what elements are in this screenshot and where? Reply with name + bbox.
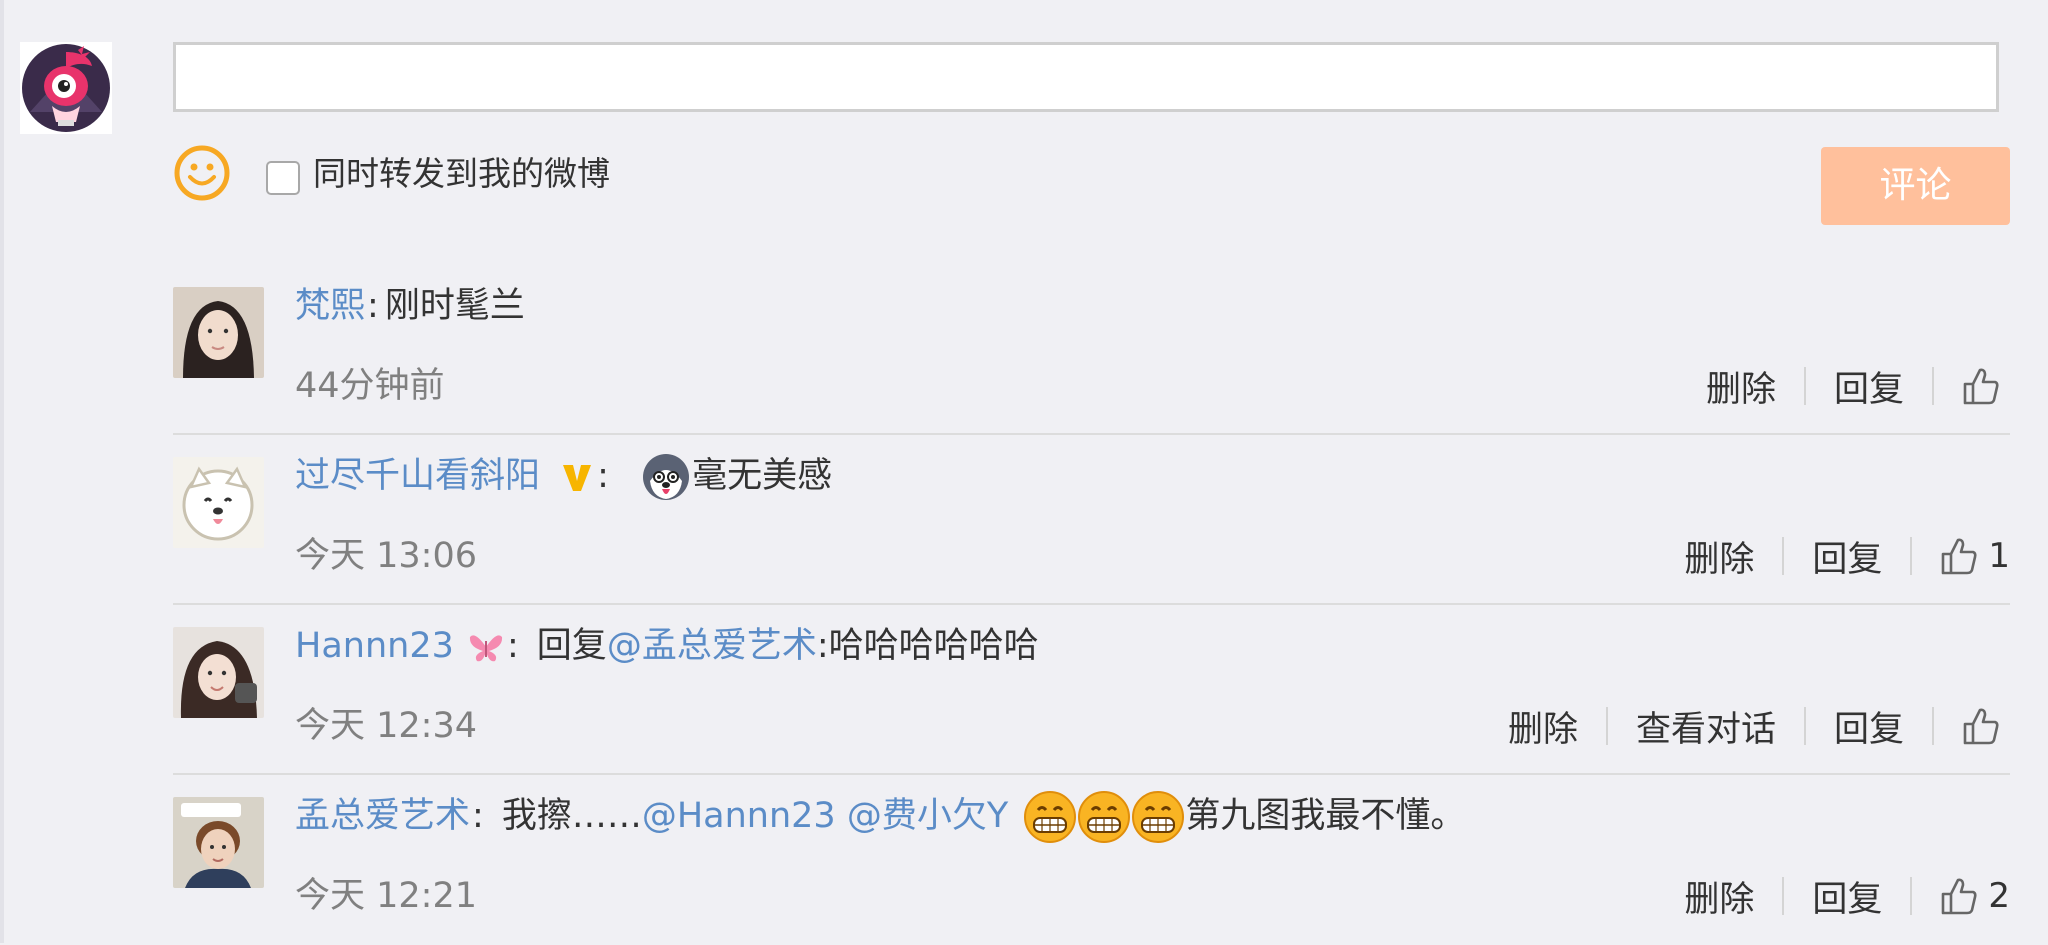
comment-actions: 删除 回复 2 [1684, 867, 2010, 925]
comment-body: 孟总爱艺术: 我擦……@Hannn23 @费小欠Y 第九图我最不懂。 [295, 787, 1465, 845]
submit-comment-button[interactable]: 评论 [1821, 147, 2010, 225]
action-divider [1782, 877, 1785, 915]
like-count: 2 [1988, 876, 2010, 916]
delete-button[interactable]: 删除 [1508, 701, 1578, 752]
commenter-name[interactable]: 梵熙 [295, 286, 365, 326]
action-divider [1910, 537, 1913, 575]
grin-emoji-icon [1132, 791, 1185, 843]
comment-actions: 删除 回复 1 [1684, 527, 2010, 585]
comment-item: Hannn23 : 回复@孟总爱艺术:哈哈哈哈哈哈 今天 12:34 删除 查看对… [173, 605, 2010, 775]
reply-button[interactable]: 回复 [1834, 701, 1904, 752]
comment-body: 过尽千山看斜阳 : 毫无美感 [295, 447, 832, 505]
comment-timestamp: 今天 13:06 [295, 536, 477, 576]
butterfly-badge-icon [469, 635, 503, 662]
comment-text: 刚时髦兰 [384, 286, 525, 326]
mention-link[interactable]: @费小欠Y [847, 796, 1008, 836]
comment-text [836, 796, 847, 836]
action-divider [1605, 707, 1608, 745]
emoji-picker-icon[interactable] [173, 144, 231, 202]
commenter-name[interactable]: 孟总爱艺术 [295, 796, 470, 836]
comment-timestamp: 今天 12:34 [295, 706, 477, 746]
like-button[interactable] [1962, 366, 2010, 406]
commenter-avatar[interactable] [173, 287, 264, 378]
like-button[interactable] [1962, 706, 2010, 746]
page-left-edge [0, 0, 4, 943]
forward-to-weibo-label: 同时转发到我的微博 [313, 154, 610, 193]
forward-to-weibo-checkbox[interactable] [266, 161, 300, 195]
reply-button[interactable]: 回复 [1834, 361, 1904, 412]
action-divider [1932, 367, 1934, 405]
current-user-avatar[interactable] [20, 42, 112, 134]
comment-actions: 删除 回复 [1706, 357, 2010, 415]
grin-emoji-icon [1024, 791, 1077, 843]
comment-body: 梵熙: 刚时髦兰 [295, 277, 525, 335]
comment-timestamp: 44分钟前 [295, 366, 445, 406]
commenter-avatar[interactable] [173, 797, 264, 888]
colon-separator: : [367, 286, 379, 326]
like-count: 1 [1988, 536, 2010, 576]
comment-actions: 删除 查看对话 回复 [1508, 697, 2010, 755]
comment-body: Hannn23 : 回复@孟总爱艺术:哈哈哈哈哈哈 [295, 617, 1039, 675]
delete-button[interactable]: 删除 [1684, 871, 1754, 922]
view-conversation-button[interactable]: 查看对话 [1636, 701, 1776, 752]
like-button[interactable]: 2 [1940, 876, 2010, 916]
action-divider [1803, 367, 1806, 405]
thumbs-up-icon [1942, 878, 1977, 915]
commenter-name[interactable]: 过尽千山看斜阳 [295, 456, 540, 496]
comment-timestamp: 今天 12:21 [295, 876, 477, 916]
thumbs-up-icon [1942, 538, 1977, 575]
husky-emoji-icon [643, 454, 690, 500]
action-divider [1803, 707, 1806, 745]
colon-separator: : [472, 796, 484, 836]
thumbs-up-icon [1963, 708, 1999, 745]
reply-button[interactable]: 回复 [1812, 871, 1882, 922]
action-divider [1910, 877, 1913, 915]
comment-item: 孟总爱艺术: 我擦……@Hannn23 @费小欠Y 第九图我最不懂。 今天 12… [173, 775, 2010, 945]
comment-text: 我擦…… [501, 796, 642, 836]
comment-input[interactable] [173, 42, 1999, 112]
reply-button[interactable]: 回复 [1812, 531, 1882, 582]
comment-item: 过尽千山看斜阳 : 毫无美感 今天 13:06 删除 回复 1 [173, 435, 2010, 605]
comment-text: 回复 [536, 626, 607, 666]
action-divider [1932, 707, 1934, 745]
mention-link[interactable]: @Hannn23 [642, 796, 836, 836]
thumbs-up-icon [1963, 368, 1999, 405]
delete-button[interactable]: 删除 [1706, 361, 1776, 412]
grin-emoji-icon [1078, 791, 1131, 843]
like-button[interactable]: 1 [1940, 536, 2010, 576]
commenter-avatar[interactable] [173, 457, 264, 548]
v-badge-icon [563, 465, 592, 491]
delete-button[interactable]: 删除 [1684, 531, 1754, 582]
colon-separator: : [597, 456, 609, 496]
comment-item: 梵熙: 刚时髦兰 44分钟前 删除 回复 [173, 265, 2010, 435]
colon-separator: : [507, 626, 519, 666]
comment-text: 毫无美感 [692, 456, 833, 496]
commenter-name[interactable]: Hannn23 [295, 626, 454, 666]
commenter-avatar[interactable] [173, 627, 264, 718]
action-divider [1782, 537, 1785, 575]
comment-text: :哈哈哈哈哈哈 [816, 626, 1039, 666]
mention-link[interactable]: @孟总爱艺术 [607, 626, 817, 666]
comment-text: 第九图我最不懂。 [1185, 796, 1466, 836]
